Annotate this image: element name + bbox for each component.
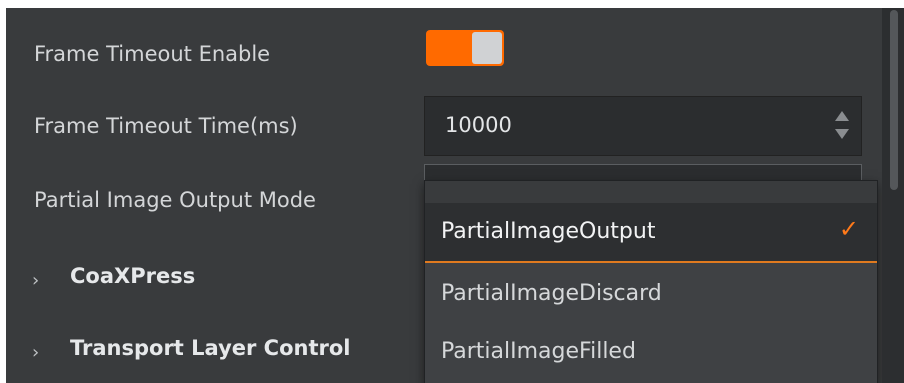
dropdown-option-partial-image-discard[interactable]: PartialImageDiscard — [425, 265, 877, 323]
section-coaxpress[interactable]: CoaXPress — [70, 264, 195, 288]
section-transport-layer-control[interactable]: Transport Layer Control — [70, 336, 350, 360]
partial-image-output-mode-dropdown: PartialImageOutput ✓ PartialImageDiscard… — [424, 180, 878, 383]
frame-timeout-time-spinbox[interactable]: 10000 — [424, 96, 862, 156]
dropdown-option-partial-image-filled[interactable]: PartialImageFilled — [425, 323, 877, 381]
dropdown-option-partial-image-output[interactable]: PartialImageOutput ✓ — [425, 203, 877, 263]
properties-panel: Frame Timeout Enable Frame Timeout Time(… — [6, 8, 882, 383]
frame-timeout-time-value: 10000 — [445, 113, 512, 137]
spin-down-arrow-icon[interactable] — [835, 129, 849, 139]
vertical-scrollbar[interactable] — [882, 8, 904, 383]
spin-up-arrow-icon[interactable] — [835, 111, 849, 121]
frame-timeout-enable-label: Frame Timeout Enable — [34, 42, 271, 66]
frame-timeout-enable-toggle[interactable] — [426, 30, 504, 66]
partial-image-output-mode-label: Partial Image Output Mode — [34, 188, 316, 212]
toggle-knob — [472, 32, 502, 64]
chevron-right-icon[interactable]: › — [32, 342, 39, 363]
frame-timeout-time-label: Frame Timeout Time(ms) — [34, 114, 298, 138]
scrollbar-thumb[interactable] — [890, 10, 898, 190]
checkmark-icon: ✓ — [838, 215, 859, 243]
chevron-right-icon[interactable]: › — [32, 270, 39, 291]
